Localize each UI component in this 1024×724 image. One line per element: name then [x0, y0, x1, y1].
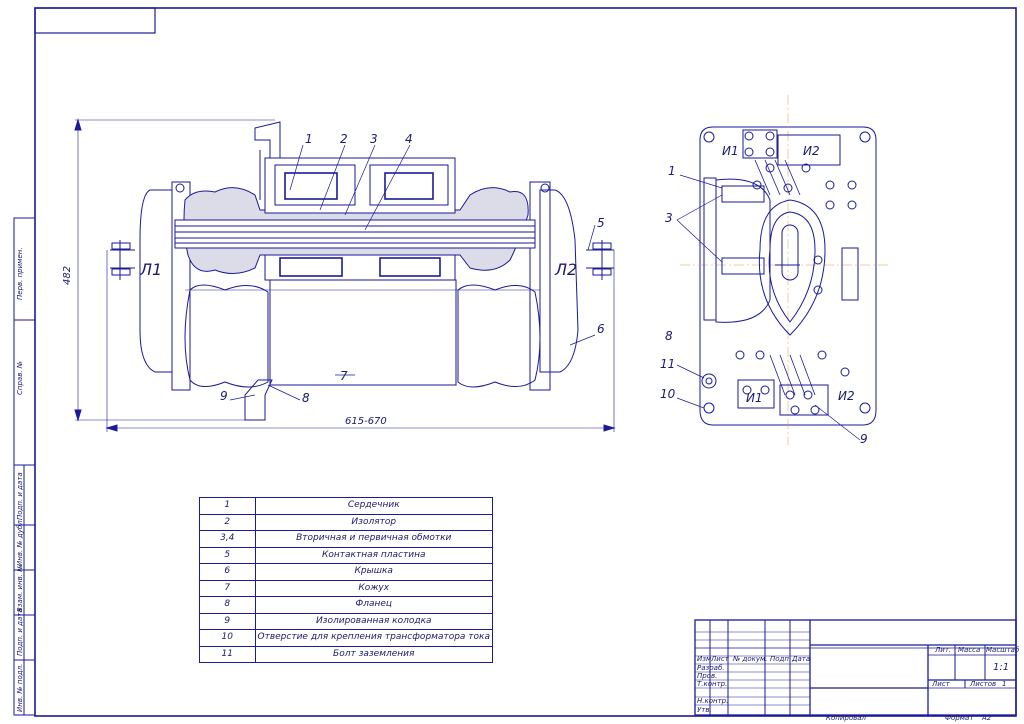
tb-t-kontr: Т.контр.	[697, 680, 728, 688]
callout-r8: 8	[665, 329, 673, 343]
part-name: Кожух	[254, 579, 493, 597]
callout-4: 4	[405, 132, 413, 146]
callout-r10: 10	[660, 387, 676, 401]
tb-utv: Утв.	[697, 706, 712, 714]
part-name: Вторичная и первичная обмотки	[254, 530, 493, 548]
callout-6: 6	[597, 322, 605, 336]
callout-2: 2	[340, 132, 348, 146]
drawing-sheet: Л1 Л2 1 2 3 4 5 6 7 8 9 615-670 482 И1 И…	[13, 7, 1017, 717]
tb-lit: Лит.	[935, 646, 952, 654]
table-row: 6 Крышка	[199, 563, 493, 581]
callout-9: 9	[220, 389, 228, 403]
label-l1: Л1	[139, 260, 162, 279]
tb-kopiroval: Копировал	[826, 714, 866, 722]
tb-sheets-label: Листов	[970, 680, 997, 688]
callout-r9: 9	[860, 432, 868, 446]
part-name: Отверстие для крепления трансформатора т…	[254, 629, 493, 647]
part-number: 6	[199, 563, 256, 581]
terminal-i2-top: И2	[803, 144, 820, 158]
part-name: Изолированная колодка	[254, 612, 493, 630]
tb-data: Дата	[792, 655, 811, 663]
callout-r3: 3	[665, 211, 673, 225]
part-number: 11	[199, 645, 256, 663]
tb-scale-value: 1:1	[993, 662, 1010, 673]
part-name: Сердечник	[254, 497, 493, 515]
table-row: 3,4 Вторичная и первичная обмотки	[199, 530, 493, 548]
side-stamp-sprav: Справ. №	[16, 360, 24, 395]
tb-razrab: Разраб.	[697, 664, 725, 672]
terminal-i1-top: И1	[722, 144, 739, 158]
part-name: Контактная пластина	[254, 546, 493, 564]
part-name: Изолятор	[254, 513, 493, 531]
terminal-i2-bottom: И2	[838, 389, 855, 403]
dimension-height: 482	[62, 266, 73, 285]
tb-prov: Пров.	[697, 672, 718, 680]
table-row: 7 Кожух	[199, 579, 493, 597]
part-number: 8	[199, 596, 256, 614]
tb-sheet-label: Лист	[932, 680, 950, 688]
tb-sheets-value: 1	[1002, 680, 1007, 688]
part-number: 1	[199, 497, 256, 515]
callout-3: 3	[370, 132, 378, 146]
table-row: 10 Отверстие для крепления трансформатора…	[199, 629, 493, 647]
tb-n-kontr: Н.контр.	[697, 697, 729, 705]
callout-7: 7	[340, 369, 348, 383]
table-row: 2 Изолятор	[199, 513, 493, 531]
tb-format: Формат	[945, 714, 974, 722]
dimension-width: 615-670	[345, 416, 387, 427]
tb-masshtab: Масштаб	[986, 646, 1020, 654]
part-number: 5	[199, 546, 256, 564]
callout-5: 5	[597, 216, 605, 230]
title-block-frame	[694, 619, 1017, 716]
label-l2: Л2	[554, 260, 577, 279]
tb-doc-no: № докум.	[733, 655, 768, 663]
side-stamp-podp-data-1: Подп. и дата	[16, 472, 24, 520]
callout-8: 8	[302, 391, 310, 405]
sheet-frame	[13, 7, 1017, 717]
part-number: 2	[199, 513, 256, 531]
part-number: 3,4	[199, 530, 256, 548]
table-row: 8 Фланец	[199, 596, 493, 614]
part-name: Болт заземления	[254, 645, 493, 663]
callout-1: 1	[305, 132, 313, 146]
side-stamp-perv-primen: Перв. примен.	[16, 247, 24, 300]
part-name: Крышка	[254, 563, 493, 581]
terminal-i1-bottom: И1	[746, 391, 763, 405]
tb-format-value: А2	[982, 714, 992, 722]
table-row: 11 Болт заземления	[199, 645, 493, 663]
side-stamp-inv-dubl: Инв. № дубл.	[16, 518, 24, 566]
tb-massa: Масса	[958, 646, 981, 654]
table-row: 9 Изолированная колодка	[199, 612, 493, 630]
table-row: 1 Сердечник	[199, 497, 493, 515]
side-stamp-inv-podl: Инв. № подл.	[16, 663, 24, 712]
side-stamp-vzam-inv: Взам. инв. №	[16, 564, 24, 612]
callout-r1: 1	[668, 164, 676, 178]
parts-table: 1 Сердечник 2 Изолятор 3,4 Вторичная и первич…	[199, 497, 493, 663]
part-number: 7	[199, 579, 256, 597]
right-side-view	[676, 95, 890, 445]
part-number: 9	[199, 612, 256, 630]
part-number: 10	[199, 629, 256, 647]
tb-izm: Изм	[697, 655, 712, 663]
tb-podp: Подп.	[770, 655, 792, 663]
part-name: Фланец	[254, 596, 493, 614]
tb-list: Лист	[711, 655, 729, 663]
side-stamp-podp-data-2: Подп. и дата	[16, 608, 24, 656]
table-row: 5 Контактная пластина	[199, 546, 493, 564]
callout-r11: 11	[660, 357, 675, 371]
